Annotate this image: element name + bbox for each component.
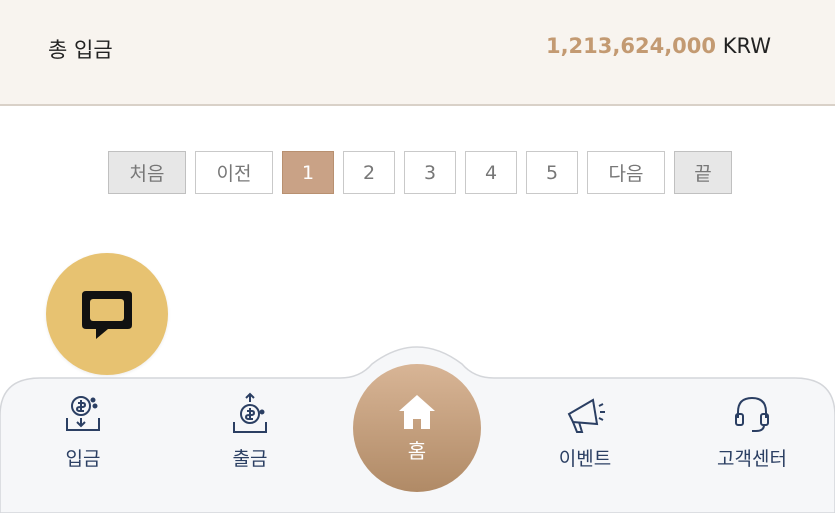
pagination-page-1[interactable]: 1 [282,151,334,194]
pagination-page-5[interactable]: 5 [526,151,578,194]
nav-withdraw[interactable]: 출금 [190,392,310,472]
pagination-page-4[interactable]: 4 [465,151,517,194]
pagination-first-button[interactable]: 처음 [108,151,186,194]
deposit-summary: 총 입금 1,213,624,000 KRW [0,0,835,106]
summary-value: 1,213,624,000 KRW [546,34,771,58]
bottom-navigation: 입금 출금 홈 이벤트 고객센터 [0,346,835,513]
nav-support[interactable]: 고객센터 [692,392,812,472]
nav-support-label: 고객센터 [717,448,787,470]
nav-event[interactable]: 이벤트 [525,392,645,472]
pagination-next-button[interactable]: 다음 [587,151,665,194]
nav-home-button[interactable]: 홈 [353,364,481,492]
nav-deposit[interactable]: 입금 [23,392,143,472]
headset-icon [730,392,774,436]
nav-event-label: 이벤트 [558,448,612,470]
pagination-page-3[interactable]: 3 [404,151,456,194]
nav-withdraw-label: 출금 [232,448,268,470]
pagination-page-2[interactable]: 2 [343,151,395,194]
summary-currency: KRW [722,34,771,58]
nav-deposit-label: 입금 [65,448,101,470]
summary-amount: 1,213,624,000 [545,34,717,58]
withdraw-icon [228,392,272,436]
megaphone-icon [563,392,607,436]
pagination: 처음 이전 1 2 3 4 5 다음 끝 [108,151,732,194]
pagination-last-button[interactable]: 끝 [674,151,732,194]
deposit-icon [61,392,105,436]
home-icon [399,394,435,429]
nav-home-label: 홈 [407,438,427,463]
pagination-prev-button[interactable]: 이전 [195,151,273,194]
summary-label: 총 입금 [48,38,113,62]
chat-bubble-icon [82,291,132,339]
